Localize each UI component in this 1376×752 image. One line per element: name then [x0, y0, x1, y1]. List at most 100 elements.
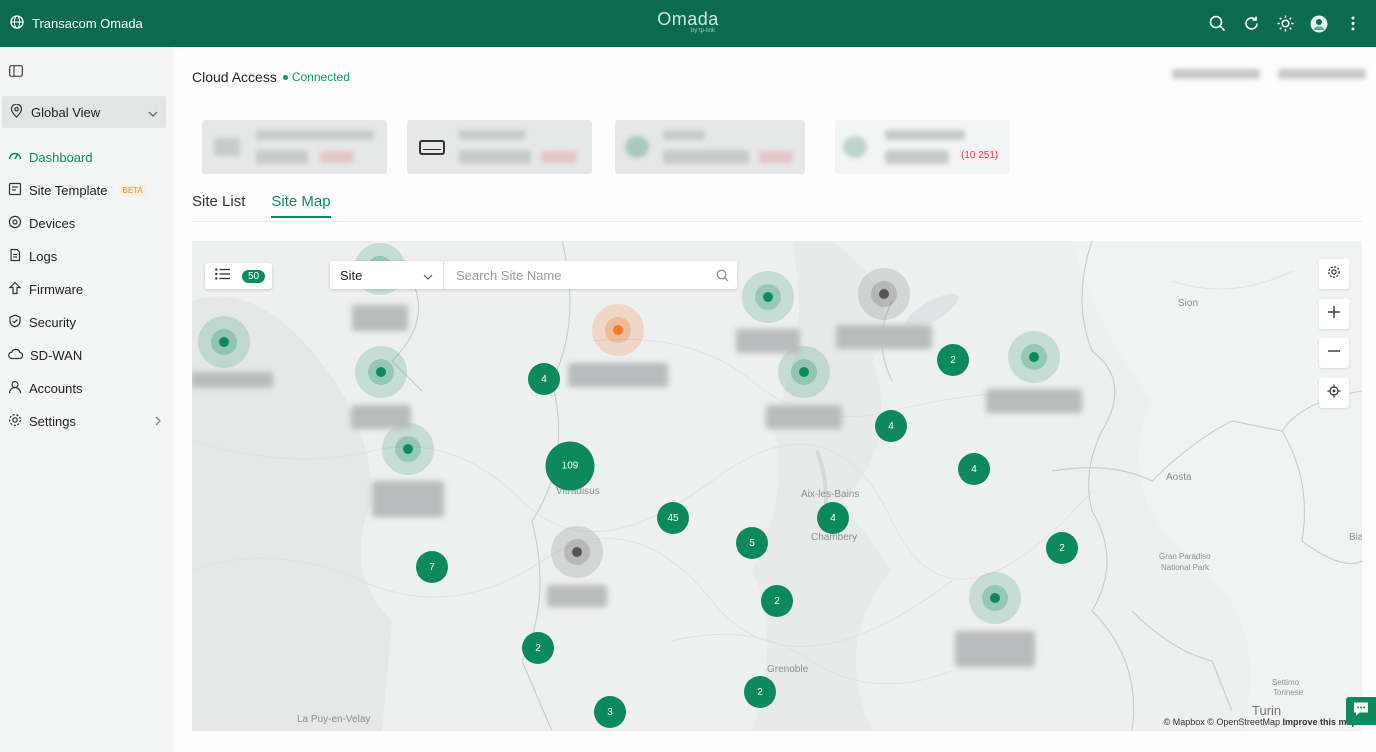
sidebar-item-label: Dashboard — [29, 150, 93, 165]
sidebar-item-label: Settings — [29, 414, 76, 429]
pin-core — [1029, 352, 1039, 362]
cloud-icon — [8, 348, 24, 363]
redacted-block — [1278, 69, 1366, 79]
minus-icon — [1327, 344, 1341, 363]
sidebar-item-logs[interactable]: Logs — [0, 240, 173, 273]
site-pin[interactable] — [742, 271, 794, 323]
global-view-selector[interactable]: Global View — [2, 96, 166, 128]
site-cluster[interactable]: 2 — [744, 676, 776, 708]
chevron-down-icon — [148, 105, 158, 120]
sidebar-item-accounts[interactable]: Accounts — [0, 372, 173, 405]
mapbox-link[interactable]: © Mapbox — [1164, 717, 1205, 727]
site-cluster[interactable]: 4 — [528, 363, 560, 395]
sidebar-item-dashboard[interactable]: Dashboard — [0, 141, 173, 174]
redacted-site-label — [192, 372, 273, 388]
search-icon[interactable] — [707, 269, 737, 282]
site-cluster[interactable]: 2 — [761, 585, 793, 617]
site-pin-offline[interactable] — [858, 268, 910, 320]
location-pin-icon — [10, 102, 23, 121]
search-filter-select[interactable]: Site — [330, 261, 444, 289]
site-cluster[interactable]: 4 — [817, 502, 849, 534]
site-cluster[interactable]: 3 — [594, 696, 626, 728]
pin-core — [799, 367, 809, 377]
sidebar-item-site-template[interactable]: Site Template BETA — [0, 174, 173, 207]
sidebar-item-security[interactable]: Security — [0, 306, 173, 339]
tab-site-map[interactable]: Site Map — [271, 193, 331, 218]
pin-core — [572, 547, 582, 557]
firmware-icon — [8, 281, 22, 298]
list-icon — [215, 267, 230, 285]
tab-divider — [192, 221, 1362, 222]
site-search-input[interactable] — [444, 267, 707, 283]
redacted-block — [759, 151, 793, 163]
site-pin[interactable] — [1008, 331, 1060, 383]
zoom-in-button[interactable] — [1319, 299, 1349, 329]
stat-card-clients[interactable]: (10 251) — [835, 120, 1010, 174]
search-filter-value: Site — [340, 267, 363, 283]
map-label: Gran Paradiso — [1159, 552, 1211, 561]
devices-icon — [8, 215, 22, 232]
alert-badge: (10 251) — [957, 149, 1003, 162]
site-cluster[interactable]: 7 — [416, 551, 448, 583]
site-pin[interactable] — [969, 572, 1021, 624]
avatar[interactable] — [1310, 15, 1328, 33]
zoom-out-button[interactable] — [1319, 338, 1349, 368]
chat-support-button[interactable] — [1346, 697, 1376, 725]
sidebar-toggle-icon[interactable] — [9, 64, 23, 77]
site-pin-offline[interactable] — [551, 526, 603, 578]
stat-card-gateways[interactable] — [202, 120, 387, 174]
site-map[interactable]: Sion Aosta Vitradisus Aix-les-Bains Cham… — [192, 241, 1362, 731]
site-cluster[interactable]: 4 — [958, 453, 990, 485]
locate-button[interactable] — [1319, 378, 1349, 408]
site-list-toggle-button[interactable]: 50 — [205, 263, 272, 289]
site-cluster[interactable]: 4 — [875, 410, 907, 442]
sidebar-item-label: Accounts — [29, 381, 83, 396]
site-pin[interactable] — [778, 346, 830, 398]
redacted-block — [885, 150, 949, 164]
site-cluster[interactable]: 2 — [937, 344, 969, 376]
locate-icon — [1327, 384, 1341, 403]
redacted-block — [459, 130, 525, 140]
org-selector[interactable]: Transacom Omada — [10, 0, 143, 47]
site-cluster[interactable]: 2 — [1046, 532, 1078, 564]
site-pin-warning[interactable] — [592, 304, 644, 356]
site-pin[interactable] — [355, 346, 407, 398]
map-settings-button[interactable] — [1319, 259, 1349, 289]
site-cluster[interactable]: 45 — [657, 502, 689, 534]
page-title: Cloud Access — [192, 69, 277, 85]
osm-link[interactable]: © OpenStreetMap — [1207, 717, 1280, 727]
redacted-block — [663, 130, 705, 140]
site-cluster[interactable]: 2 — [522, 632, 554, 664]
pin-core — [763, 292, 773, 302]
tab-site-list[interactable]: Site List — [192, 193, 245, 218]
sidebar-item-label: Firmware — [29, 282, 84, 297]
pin-core — [613, 325, 623, 335]
sidebar-item-settings[interactable]: Settings — [0, 405, 173, 438]
redacted-block — [256, 130, 374, 140]
map-label: La Puy-en-Velay — [297, 714, 371, 725]
sidebar-menu: Dashboard Site Template BETA Devices Log… — [0, 141, 173, 438]
sidebar: Global View Dashboard Site Template BETA… — [0, 47, 173, 752]
map-label: Grenoble — [767, 664, 809, 675]
redacted-site-label — [736, 329, 800, 353]
pin-core — [376, 367, 386, 377]
stat-card-switches[interactable] — [407, 120, 592, 174]
sidebar-item-sd-wan[interactable]: SD-WAN — [0, 339, 173, 372]
sidebar-item-devices[interactable]: Devices — [0, 207, 173, 240]
stat-card-aps[interactable] — [615, 120, 805, 174]
sidebar-item-firmware[interactable]: Firmware — [0, 273, 173, 306]
pin-core — [403, 444, 413, 454]
globe-icon — [10, 15, 24, 32]
more-icon[interactable] — [1344, 15, 1362, 33]
map-label: Bia — [1349, 532, 1362, 543]
site-pin[interactable] — [198, 316, 250, 368]
redacted-block — [256, 150, 308, 164]
site-cluster[interactable]: 5 — [736, 527, 768, 559]
beta-badge: BETA — [118, 184, 147, 197]
site-pin[interactable] — [382, 423, 434, 475]
settings-icon — [1327, 265, 1341, 284]
theme-icon[interactable] — [1276, 15, 1294, 33]
site-cluster[interactable]: 109 — [545, 441, 595, 491]
search-icon[interactable] — [1208, 15, 1226, 33]
refresh-icon[interactable] — [1242, 15, 1260, 33]
